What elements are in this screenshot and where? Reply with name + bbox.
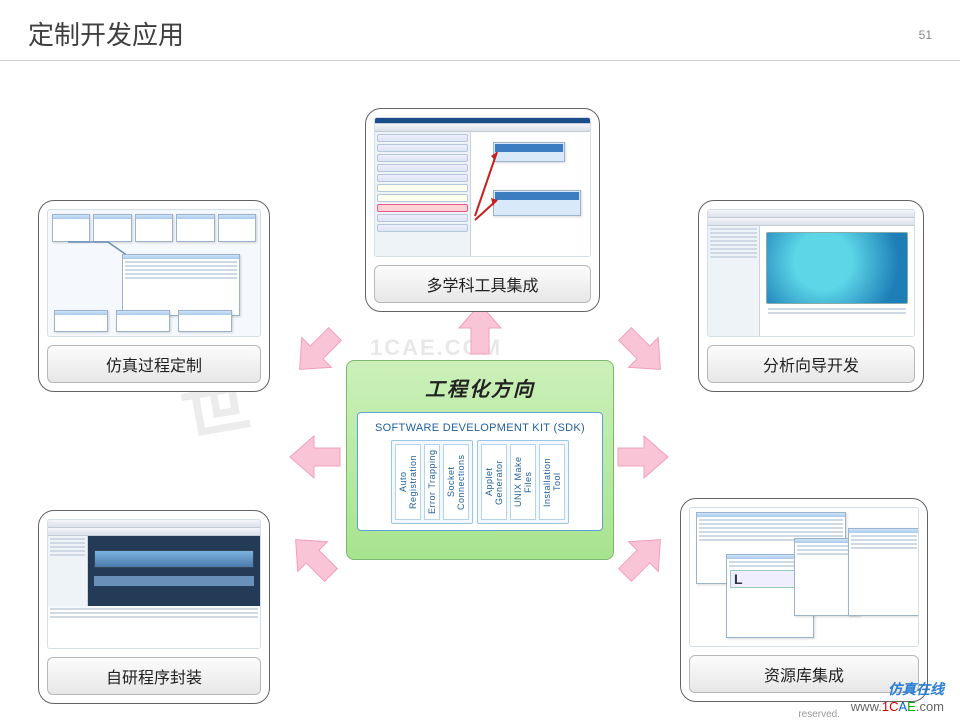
- sdk-item: UNIX Make Files: [510, 444, 536, 520]
- card-resource-library-integration: L 资源库集成: [680, 498, 928, 702]
- card-multidiscipline-integration: 多学科工具集成: [365, 108, 600, 312]
- watermark-cn: 仿真在线: [851, 679, 944, 699]
- slide-title: 定制开发应用: [28, 15, 932, 52]
- card-label: 自研程序封装: [47, 657, 261, 695]
- thumbnail-process: [47, 209, 261, 337]
- footer-reserved: reserved.: [798, 709, 840, 720]
- arrow-right: [614, 432, 670, 482]
- header-divider: [0, 60, 960, 61]
- card-analysis-wizard-dev: 分析向导开发: [698, 200, 924, 392]
- card-simulation-process-customization: 仿真过程定制: [38, 200, 270, 392]
- card-label: 仿真过程定制: [47, 345, 261, 383]
- arrow-lower-left: [286, 530, 342, 586]
- card-inhouse-program-packaging: 自研程序封装: [38, 510, 270, 704]
- sdk-group-b: Applet Generator UNIX Make Files Install…: [477, 440, 569, 524]
- arrow-upper-left: [290, 323, 346, 379]
- sdk-group-a: Auto Registration Error Trapping Socket …: [391, 440, 473, 524]
- sdk-columns: Auto Registration Error Trapping Socket …: [364, 440, 596, 524]
- watermark-url: www.1CAE.com: [851, 699, 944, 714]
- site-watermark: 仿真在线 www.1CAE.com: [851, 679, 944, 714]
- card-label: 分析向导开发: [707, 345, 915, 383]
- center-engineering-box: 工程化方向 SOFTWARE DEVELOPMENT KIT (SDK) Aut…: [346, 360, 614, 560]
- slide-header: 定制开发应用 51: [0, 0, 960, 60]
- sdk-title: SOFTWARE DEVELOPMENT KIT (SDK): [364, 419, 596, 440]
- card-label: 多学科工具集成: [374, 265, 591, 303]
- sdk-item: Installation Tool: [539, 444, 565, 520]
- center-title: 工程化方向: [357, 373, 603, 402]
- thumbnail-inhouse: [47, 519, 261, 649]
- sdk-item: Error Trapping: [424, 444, 440, 520]
- arrow-upper-right: [614, 323, 670, 379]
- arrow-lower-right: [614, 530, 670, 586]
- page-number: 51: [919, 28, 932, 42]
- sdk-item: Applet Generator: [481, 444, 507, 520]
- thumbnail-analysis: [707, 209, 915, 337]
- sdk-box: SOFTWARE DEVELOPMENT KIT (SDK) Auto Regi…: [357, 412, 603, 531]
- sdk-item: Auto Registration: [395, 444, 421, 520]
- thumbnail-workbench: [374, 117, 591, 257]
- arrow-left: [288, 432, 344, 482]
- sdk-item: Socket Connections: [443, 444, 469, 520]
- thumbnail-resource-library: L: [689, 507, 919, 647]
